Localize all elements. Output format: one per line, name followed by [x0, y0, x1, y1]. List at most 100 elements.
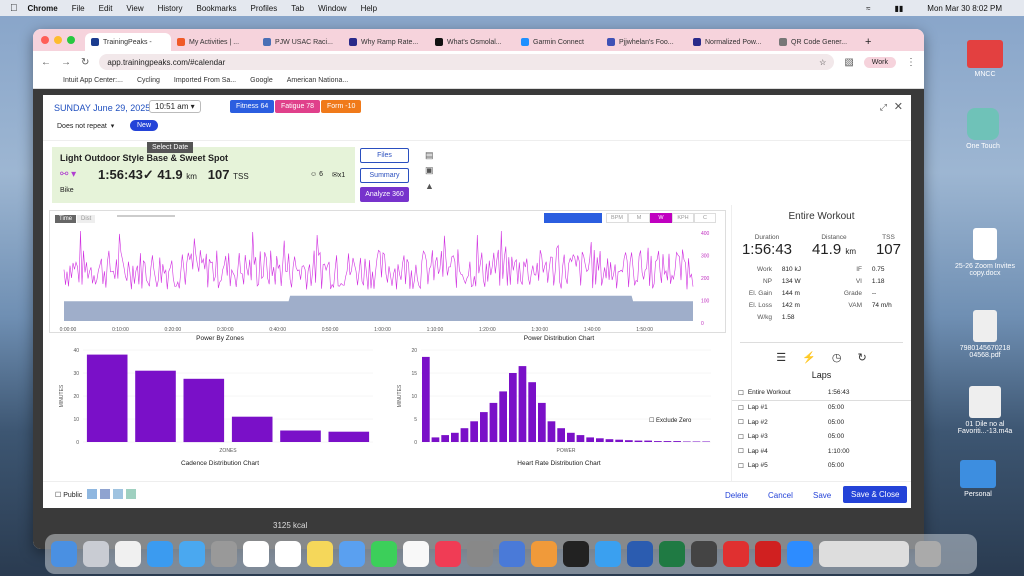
- menu-help[interactable]: Help: [361, 4, 377, 13]
- browser-tab[interactable]: Why Ramp Rate...: [343, 33, 429, 51]
- more-menu-icon[interactable]: ⋮: [906, 57, 916, 68]
- menu-tab[interactable]: Tab: [291, 4, 304, 13]
- lap-checkbox[interactable]: ☐: [738, 418, 744, 426]
- quicktime-icon[interactable]: [595, 541, 621, 567]
- browser-tab[interactable]: Normalized Pow...: [687, 33, 773, 51]
- zoom-icon[interactable]: [787, 541, 813, 567]
- channel-button[interactable]: W: [650, 213, 672, 223]
- books-icon[interactable]: [531, 541, 557, 567]
- save-button[interactable]: Save: [813, 491, 831, 500]
- launchpad-icon[interactable]: [83, 541, 109, 567]
- close-icon[interactable]: ✕: [894, 100, 903, 113]
- maps-icon[interactable]: [339, 541, 365, 567]
- recent-windows[interactable]: [819, 541, 909, 567]
- time-toggle[interactable]: Time: [55, 215, 77, 223]
- facebook-icon[interactable]: [100, 489, 110, 499]
- extensions-icon[interactable]: ▧: [844, 57, 853, 68]
- trash-icon[interactable]: [915, 541, 941, 567]
- bookmark-item[interactable]: Google: [250, 77, 273, 84]
- menu-edit[interactable]: Edit: [99, 4, 113, 13]
- chrome-icon[interactable]: [115, 541, 141, 567]
- public-checkbox[interactable]: ☐ Public: [55, 491, 82, 499]
- acrobat-icon[interactable]: [755, 541, 781, 567]
- safari-icon[interactable]: [147, 541, 173, 567]
- menu-file[interactable]: File: [72, 4, 85, 13]
- apple-icon[interactable]: : [10, 3, 18, 14]
- finder-icon[interactable]: [51, 541, 77, 567]
- menu-profiles[interactable]: Profiles: [251, 4, 278, 13]
- summary-button[interactable]: Summary: [360, 168, 409, 183]
- channel-button[interactable]: KPH: [672, 213, 694, 223]
- files-button[interactable]: Files: [360, 148, 409, 163]
- lap-checkbox[interactable]: ☐: [738, 433, 744, 441]
- channel-button[interactable]: C: [694, 213, 716, 223]
- lap-row[interactable]: ☐ Lap #4 1:10:00: [732, 444, 911, 459]
- elevation-icon[interactable]: ▲: [425, 181, 434, 191]
- lap-checkbox[interactable]: ☐: [738, 404, 744, 412]
- menu-history[interactable]: History: [158, 4, 183, 13]
- reminders-icon[interactable]: [243, 541, 269, 567]
- list-icon[interactable]: ☰: [776, 351, 786, 364]
- preview-icon[interactable]: [499, 541, 525, 567]
- minimize-window-button[interactable]: [54, 36, 62, 44]
- bike-icon[interactable]: ⚯ ▾: [60, 169, 76, 180]
- workout-graph[interactable]: Time Dist BPM M W KPH C 0:00:00 0:10:00 0:…: [49, 210, 726, 333]
- menu-window[interactable]: Window: [318, 4, 346, 13]
- lap-checkbox[interactable]: ☐: [738, 389, 744, 397]
- exclude-zero-checkbox[interactable]: ☐ Exclude Zero: [649, 417, 691, 424]
- desktop-folder-personal[interactable]: Personal: [943, 460, 1013, 498]
- graph-nav-buttons[interactable]: [544, 213, 602, 223]
- clock-icon[interactable]: ◷: [832, 351, 842, 364]
- distance-toggle[interactable]: Dist: [77, 215, 96, 223]
- lap-row[interactable]: ☐ Lap #3 05:00: [732, 430, 911, 445]
- lap-checkbox[interactable]: ☐: [738, 447, 744, 455]
- reload-icon[interactable]: ↻: [81, 57, 89, 68]
- workout-title[interactable]: Light Outdoor Style Base & Sweet Spot: [60, 153, 228, 163]
- desktop-app-onetouch[interactable]: One Touch: [948, 108, 1018, 150]
- browser-tab[interactable]: What's Osmolal...: [429, 33, 515, 51]
- mail-icon[interactable]: [179, 541, 205, 567]
- browser-tab[interactable]: PJW USAC Raci...: [257, 33, 343, 51]
- menu-bookmarks[interactable]: Bookmarks: [197, 4, 237, 13]
- photos-icon[interactable]: [403, 541, 429, 567]
- messages-icon[interactable]: [371, 541, 397, 567]
- lightning-icon[interactable]: ⚡: [802, 351, 816, 364]
- lap-checkbox[interactable]: ☐: [738, 462, 744, 470]
- app-icon[interactable]: [691, 541, 717, 567]
- bookmark-item[interactable]: Intuit App Center:...: [63, 77, 123, 84]
- bookmark-item[interactable]: Cycling: [137, 77, 160, 84]
- delete-button[interactable]: Delete: [725, 491, 748, 500]
- channel-button[interactable]: M: [628, 213, 650, 223]
- workout-date[interactable]: SUNDAY June 29, 2025: [54, 103, 150, 113]
- workout-time-select[interactable]: 10:51 am ▾: [149, 100, 201, 113]
- zoom-window-button[interactable]: [67, 36, 75, 44]
- new-button[interactable]: New: [130, 120, 159, 131]
- comments-count[interactable]: ☺ 6: [310, 171, 323, 178]
- calendar-icon[interactable]: [275, 541, 301, 567]
- settings-icon[interactable]: [467, 541, 493, 567]
- save-close-button[interactable]: Save & Close: [843, 486, 908, 503]
- battery-icon[interactable]: ▮▮: [894, 4, 903, 13]
- excel-icon[interactable]: [659, 541, 685, 567]
- address-bar[interactable]: app.trainingpeaks.com/#calendar ☆: [99, 54, 835, 70]
- lap-row[interactable]: ☐ Lap #1 05:00: [732, 401, 911, 416]
- email-icon[interactable]: [126, 489, 136, 499]
- close-window-button[interactable]: [41, 36, 49, 44]
- back-icon[interactable]: ←: [41, 57, 51, 68]
- browser-tab[interactable]: QR Code Gener...: [773, 33, 859, 51]
- twitter-icon[interactable]: [87, 489, 97, 499]
- music-icon[interactable]: [435, 541, 461, 567]
- bookmark-item[interactable]: American Nationa...: [287, 77, 348, 84]
- forward-icon[interactable]: →: [61, 57, 71, 68]
- chart-icon[interactable]: ▤: [425, 150, 434, 161]
- refresh-icon[interactable]: ↻: [857, 351, 866, 364]
- repeat-select[interactable]: Does not repeat ▾: [57, 122, 114, 130]
- bookmark-item[interactable]: Imported From Sa...: [174, 77, 236, 84]
- lap-row[interactable]: ☐ Lap #2 05:00: [732, 415, 911, 430]
- menu-clock[interactable]: Mon Mar 30 8:02 PM: [927, 4, 1002, 13]
- word-icon[interactable]: [627, 541, 653, 567]
- cancel-button[interactable]: Cancel: [768, 491, 793, 500]
- browser-tab[interactable]: My Activities | ...: [171, 33, 257, 51]
- contacts-icon[interactable]: [211, 541, 237, 567]
- profile-button[interactable]: Work: [863, 56, 896, 68]
